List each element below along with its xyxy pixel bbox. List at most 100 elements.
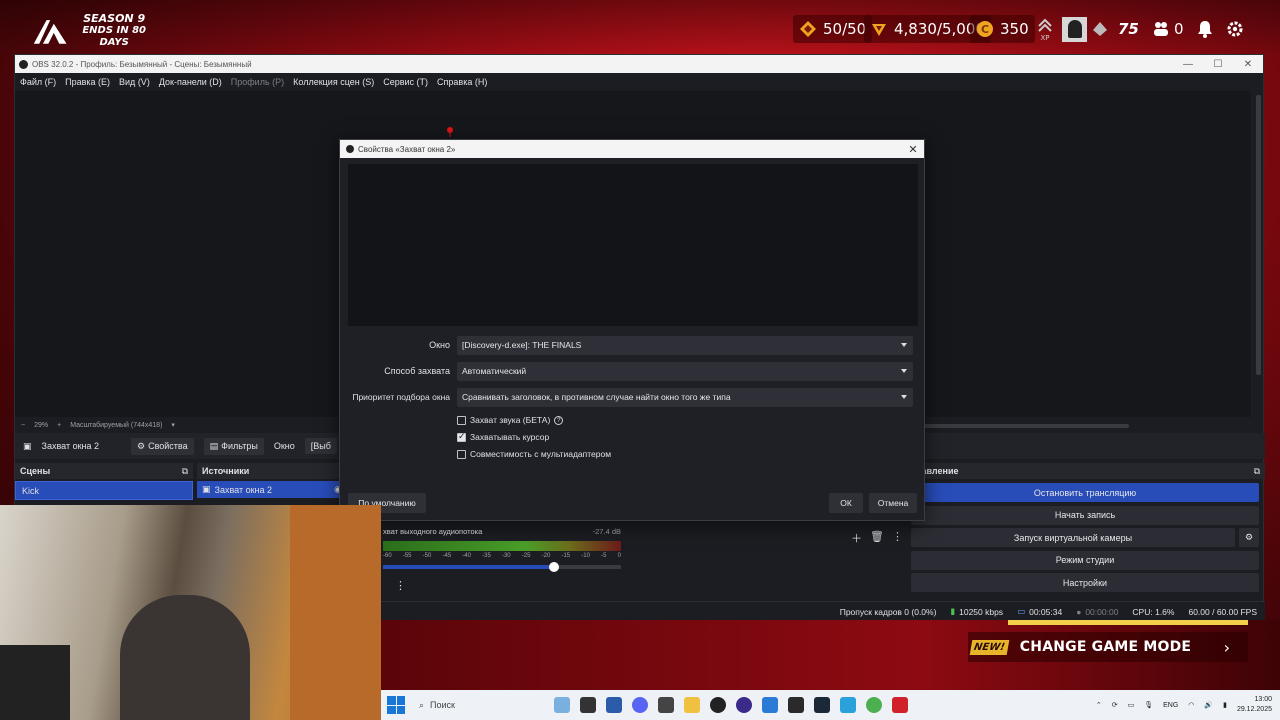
- zoom-in-button[interactable]: +: [57, 422, 61, 429]
- app-icon[interactable]: [658, 697, 674, 713]
- capture-cursor-checkbox[interactable]: Захватывать курсор: [457, 430, 549, 444]
- studio-mode-button[interactable]: Режим студии: [911, 550, 1259, 570]
- scenes-title: Сцены: [20, 466, 51, 476]
- record-time-value: 00:00:00: [1085, 606, 1119, 617]
- undock-icon[interactable]: ⧉: [1254, 466, 1260, 477]
- cancel-button[interactable]: Отмена: [869, 493, 917, 513]
- word-icon[interactable]: [606, 697, 622, 713]
- chevron-up-icon[interactable]: ⌃: [1096, 701, 1102, 709]
- capture-preview: [348, 164, 918, 326]
- meter-tick: -55: [402, 553, 412, 559]
- volume-fill: [383, 565, 555, 569]
- more-options-icon[interactable]: ⋮: [892, 530, 903, 546]
- chevron-down-icon[interactable]: ▾: [171, 421, 175, 429]
- friends-button[interactable]: 0: [1152, 15, 1184, 43]
- meter-tick: -10: [581, 553, 590, 559]
- coin-icon: C: [977, 21, 993, 37]
- xp-boost-icon: XP: [1038, 18, 1052, 41]
- sync-icon[interactable]: ⟳: [1112, 701, 1118, 709]
- settings-button[interactable]: [1226, 15, 1244, 43]
- maximize-icon[interactable]: ☐: [1203, 59, 1233, 70]
- help-icon[interactable]: ?: [554, 415, 564, 425]
- signal-icon: ▮: [950, 606, 956, 616]
- more-options-icon[interactable]: ⋮: [395, 579, 621, 592]
- close-icon[interactable]: ✕: [1233, 59, 1263, 70]
- menu-docks[interactable]: Док-панели (D): [159, 77, 222, 87]
- coins-counter[interactable]: C 350: [970, 15, 1035, 43]
- menu-edit[interactable]: Правка (E): [65, 77, 110, 87]
- clock-date: 29.12.2025: [1236, 706, 1272, 713]
- settings-button[interactable]: Настройки: [911, 573, 1259, 592]
- gear-icon[interactable]: ⚙: [1239, 528, 1259, 547]
- steam-icon[interactable]: [814, 697, 830, 713]
- meter-tick: -60: [383, 553, 392, 559]
- zoom-out-button[interactable]: −: [21, 422, 25, 429]
- player-avatar[interactable]: [1062, 15, 1087, 43]
- menu-tools[interactable]: Сервис (T): [383, 77, 428, 87]
- menu-scene-collection[interactable]: Коллекция сцен (S): [293, 77, 374, 87]
- preview-scrollbar-vertical[interactable]: [1256, 95, 1261, 375]
- stop-stream-button[interactable]: Остановить трансляцию: [911, 483, 1259, 502]
- windows-start-icon[interactable]: [387, 696, 405, 714]
- clock-time: 13:00: [1254, 696, 1272, 703]
- window-select[interactable]: [Выб: [304, 438, 337, 454]
- task-view-icon[interactable]: [580, 697, 596, 713]
- coins-value: 350: [1000, 20, 1029, 38]
- checkbox-box[interactable]: [457, 431, 466, 442]
- change-game-mode-button[interactable]: NEW! CHANGE GAME MODE ›: [968, 632, 1248, 662]
- rank-badge[interactable]: [1091, 15, 1109, 43]
- properties-button[interactable]: ⚙ Свойства: [131, 437, 194, 455]
- xp-boost[interactable]: XP: [1036, 15, 1054, 43]
- add-icon[interactable]: ＋: [851, 530, 862, 546]
- zoom-percent: 29%: [34, 421, 49, 429]
- notifications-button[interactable]: [1197, 15, 1213, 43]
- window-select[interactable]: [Discovery-d.exe]: THE FINALS: [457, 335, 913, 355]
- trash-icon[interactable]: 🗑: [870, 530, 884, 546]
- taskbar-search[interactable]: ⌕ Поиск: [419, 695, 549, 715]
- widgets-icon[interactable]: [554, 697, 570, 713]
- volume-knob[interactable]: [549, 562, 560, 572]
- ok-button[interactable]: ОК: [829, 493, 863, 513]
- clock[interactable]: 13:00 29.12.2025: [1237, 695, 1272, 715]
- chrome-icon[interactable]: [866, 697, 882, 713]
- menu-file[interactable]: Файл (F): [20, 77, 56, 87]
- virtual-camera-button[interactable]: Запуск виртуальной камеры: [911, 528, 1235, 547]
- sources-dock-header: Источники: [197, 463, 347, 479]
- mail-icon[interactable]: [762, 697, 778, 713]
- app-icon[interactable]: [736, 697, 752, 713]
- filters-button[interactable]: ▤ Фильтры: [203, 437, 264, 455]
- discord-icon[interactable]: [632, 697, 648, 713]
- start-record-button[interactable]: Начать запись: [911, 505, 1259, 525]
- volume-slider[interactable]: [383, 562, 621, 572]
- menu-help[interactable]: Справка (H): [437, 77, 487, 87]
- player-level: 75: [1118, 15, 1139, 43]
- cpu-usage: CPU: 1.6%: [1132, 606, 1175, 617]
- obs-icon[interactable]: [710, 697, 726, 713]
- checkbox-box[interactable]: [457, 449, 466, 459]
- game-icon[interactable]: [788, 697, 804, 713]
- list-item[interactable]: Kick: [15, 481, 193, 500]
- wifi-icon[interactable]: ◠: [1188, 701, 1194, 709]
- network-icon[interactable]: ▭: [1128, 701, 1135, 709]
- minimize-icon[interactable]: —: [1173, 59, 1203, 70]
- tokens-counter[interactable]: 50/50: [793, 15, 873, 43]
- capture-audio-checkbox[interactable]: Захват звука (БЕТА) ?: [457, 413, 564, 427]
- menu-view[interactable]: Вид (V): [119, 77, 150, 87]
- gear-icon: [1227, 21, 1243, 37]
- close-icon[interactable]: ✕: [902, 143, 924, 156]
- list-item[interactable]: ▣ Захват окна 2 ◉: [197, 481, 345, 498]
- battery-icon[interactable]: ▮: [1223, 701, 1227, 709]
- undock-icon[interactable]: ⧉: [182, 466, 188, 477]
- microphone-icon[interactable]: 🎙: [1144, 701, 1153, 709]
- language[interactable]: ENG: [1163, 702, 1178, 709]
- file-explorer-icon[interactable]: [684, 697, 700, 713]
- priority-select[interactable]: Сравнивать заголовок, в противном случае…: [457, 387, 913, 407]
- volume-icon[interactable]: 🔊: [1204, 701, 1213, 709]
- checkbox-box[interactable]: [457, 415, 466, 425]
- windows-taskbar: ⌕ Поиск ⌃ ⟳ ▭ 🎙 ENG ◠ 🔊 ▮ 13:00 29.12.20…: [381, 690, 1280, 720]
- multiadapter-checkbox[interactable]: Совместимость с мультиадаптером: [457, 447, 611, 461]
- the-finals-icon[interactable]: [892, 697, 908, 713]
- capture-method-select[interactable]: Автоматический: [457, 361, 913, 381]
- telegram-icon[interactable]: [840, 697, 856, 713]
- menu-profile[interactable]: Профиль (P): [231, 77, 284, 87]
